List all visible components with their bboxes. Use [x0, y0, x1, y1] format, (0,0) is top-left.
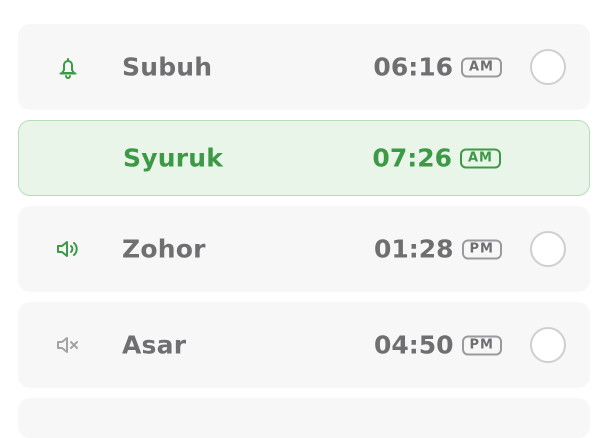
prayer-name: Zohor: [122, 234, 206, 264]
prayer-name: Subuh: [122, 52, 213, 82]
prayer-name: Syuruk: [123, 143, 224, 173]
period-badge: PM: [461, 239, 502, 259]
prayer-row-asar[interactable]: Asar 04:50 PM: [18, 302, 590, 388]
bell-icon[interactable]: [52, 51, 84, 83]
time-value: 01:28: [373, 234, 454, 264]
mute-icon[interactable]: [52, 329, 84, 361]
period-badge: AM: [461, 57, 502, 77]
prayer-checkbox[interactable]: [530, 327, 566, 363]
prayer-checkbox[interactable]: [530, 49, 566, 85]
time-value: 06:16: [373, 52, 453, 82]
volume-icon[interactable]: [52, 233, 84, 265]
period-badge: AM: [460, 148, 501, 168]
prayer-row-subuh[interactable]: Subuh 06:16 AM: [18, 24, 590, 110]
prayer-time: 01:28 PM: [374, 235, 502, 264]
prayer-row-zohor[interactable]: Zohor 01:28 PM: [18, 206, 590, 292]
prayer-row-syuruk[interactable]: Syuruk 07:26 AM: [18, 120, 590, 196]
prayer-name: Asar: [122, 330, 187, 360]
time-value: 07:26: [372, 143, 452, 173]
prayer-checkbox[interactable]: [530, 231, 566, 267]
prayer-row-partial[interactable]: [18, 398, 590, 438]
prayer-time: 04:50 PM: [374, 331, 502, 360]
prayer-time: 07:26 AM: [372, 144, 501, 173]
time-value: 04:50: [373, 330, 454, 360]
prayer-time: 06:16 AM: [373, 53, 502, 82]
period-badge: PM: [461, 335, 502, 355]
